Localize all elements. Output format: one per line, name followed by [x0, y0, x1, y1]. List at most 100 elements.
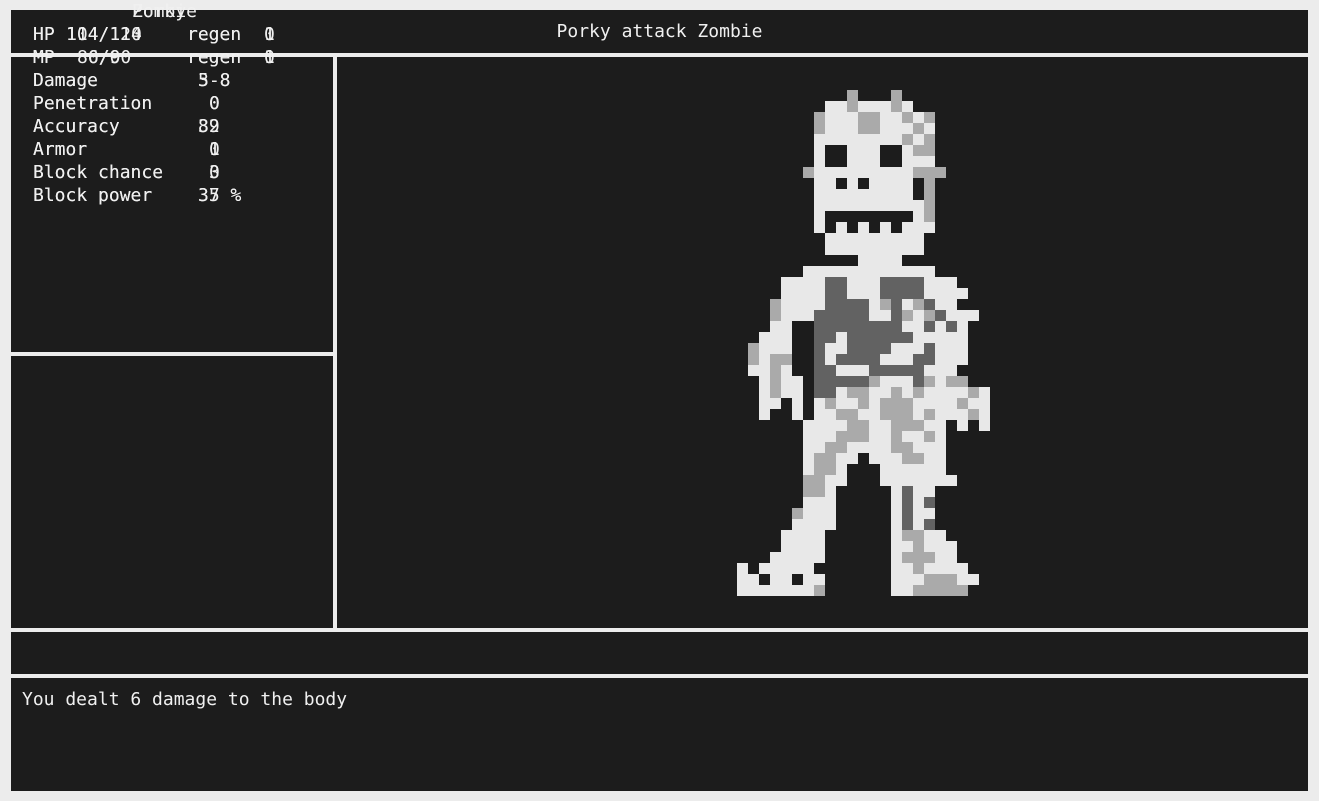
sprite-pixel — [913, 519, 924, 530]
sprite-pixel — [946, 354, 957, 365]
sprite-pixel — [825, 112, 836, 123]
sprite-pixel — [781, 376, 792, 387]
sprite-pixel — [935, 343, 946, 354]
sprite-pixel — [924, 530, 935, 541]
sprite-pixel — [792, 288, 803, 299]
sprite-pixel — [869, 145, 880, 156]
sprite-pixel — [891, 332, 902, 343]
sprite-pixel — [770, 552, 781, 563]
sprite-pixel — [825, 101, 836, 112]
sprite-pixel — [836, 266, 847, 277]
sprite-pixel — [913, 277, 924, 288]
sprite-pixel — [891, 178, 902, 189]
sprite-pixel — [759, 343, 770, 354]
sprite-pixel — [913, 420, 924, 431]
sprite-pixel — [814, 574, 825, 585]
sprite-pixel — [902, 486, 913, 497]
sprite-pixel — [814, 189, 825, 200]
sprite-pixel — [924, 200, 935, 211]
sprite-pixel — [803, 585, 814, 596]
sprite-pixel — [792, 376, 803, 387]
sprite-pixel — [913, 398, 924, 409]
sprite-pixel — [825, 387, 836, 398]
sprite-pixel — [891, 266, 902, 277]
sprite-pixel — [759, 387, 770, 398]
sprite-pixel — [825, 266, 836, 277]
sprite-pixel — [913, 453, 924, 464]
sprite-pixel — [891, 233, 902, 244]
sprite-pixel — [924, 343, 935, 354]
sprite-pixel — [869, 321, 880, 332]
sprite-pixel — [770, 574, 781, 585]
sprite-pixel — [891, 189, 902, 200]
sprite-pixel — [935, 585, 946, 596]
sprite-pixel — [814, 200, 825, 211]
sprite-pixel — [869, 101, 880, 112]
sprite-pixel — [814, 453, 825, 464]
sprite-pixel — [935, 552, 946, 563]
sprite-pixel — [935, 376, 946, 387]
sprite-pixel — [913, 442, 924, 453]
sprite-pixel — [814, 431, 825, 442]
sprite-pixel — [968, 387, 979, 398]
sprite-pixel — [957, 376, 968, 387]
sprite-pixel — [913, 189, 924, 200]
sprite-pixel — [836, 134, 847, 145]
sprite-pixel — [891, 167, 902, 178]
sprite-pixel — [902, 420, 913, 431]
sprite-pixel — [880, 101, 891, 112]
sprite-pixel — [880, 156, 891, 167]
sprite-pixel — [825, 420, 836, 431]
sprite-pixel — [924, 431, 935, 442]
sprite-pixel — [891, 112, 902, 123]
sprite-pixel — [814, 486, 825, 497]
sprite-pixel — [902, 134, 913, 145]
sprite-pixel — [880, 266, 891, 277]
sprite-pixel — [880, 244, 891, 255]
sprite-pixel — [880, 464, 891, 475]
sprite-pixel — [902, 266, 913, 277]
sprite-pixel — [935, 453, 946, 464]
sprite-pixel — [902, 123, 913, 134]
sprite-pixel — [825, 519, 836, 530]
sprite-pixel — [836, 233, 847, 244]
sprite-pixel — [957, 354, 968, 365]
sprite-pixel — [803, 310, 814, 321]
sprite-pixel — [836, 189, 847, 200]
sprite-pixel — [902, 508, 913, 519]
sprite-pixel — [902, 299, 913, 310]
sprite-pixel — [803, 431, 814, 442]
sprite-pixel — [858, 233, 869, 244]
sprite-pixel — [759, 354, 770, 365]
sprite-pixel — [902, 541, 913, 552]
penetration-label: Penetration — [33, 93, 153, 114]
sprite-pixel — [946, 387, 957, 398]
sprite-pixel — [902, 431, 913, 442]
sprite-pixel — [880, 365, 891, 376]
sprite-pixel — [869, 167, 880, 178]
sprite-pixel — [924, 112, 935, 123]
sprite-pixel — [979, 398, 990, 409]
sprite-pixel — [792, 585, 803, 596]
sprite-pixel — [814, 420, 825, 431]
sprite-pixel — [869, 156, 880, 167]
sprite-pixel — [968, 310, 979, 321]
sprite-pixel — [924, 222, 935, 233]
sprite-pixel — [913, 409, 924, 420]
sprite-pixel — [836, 288, 847, 299]
sprite-pixel — [847, 442, 858, 453]
sprite-pixel — [902, 112, 913, 123]
sprite-pixel — [924, 585, 935, 596]
sprite-pixel — [803, 464, 814, 475]
sprite-pixel — [902, 497, 913, 508]
sprite-pixel — [946, 552, 957, 563]
sprite-pixel — [858, 112, 869, 123]
sprite-pixel — [891, 299, 902, 310]
sprite-pixel — [902, 552, 913, 563]
sprite-pixel — [891, 134, 902, 145]
sprite-pixel — [880, 211, 891, 222]
damage-label: Damage — [33, 70, 99, 91]
sprite-pixel — [847, 101, 858, 112]
sprite-pixel — [869, 233, 880, 244]
sprite-pixel — [913, 211, 924, 222]
